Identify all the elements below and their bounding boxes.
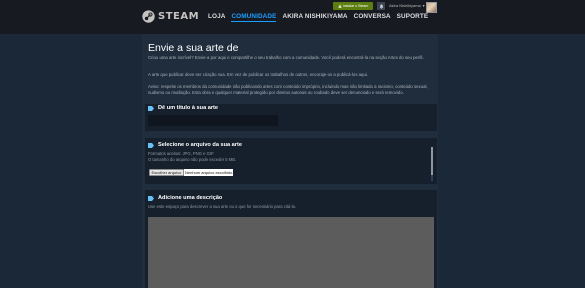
- title-section-header: Dê um título à sua arte: [148, 105, 218, 111]
- accepted-formats-text: Formatos aceitos: JPG, PNG e GIF.: [148, 151, 215, 156]
- nav-profile[interactable]: AKIRA NISHIKIYAMA: [282, 12, 347, 22]
- content-warning-text: Aviso: respeite os membros da comunidade…: [148, 84, 428, 96]
- title-section-heading: Dê um título à sua arte: [158, 105, 218, 111]
- section-marker-icon: [148, 105, 154, 111]
- steam-logo[interactable]: STEAM: [142, 9, 199, 23]
- main-nav: LOJA COMUNIDADE AKIRA NISHIKIYAMA CONVER…: [208, 12, 428, 22]
- account-menu[interactable]: Akira Nishikiyama ▼: [389, 3, 425, 9]
- file-status-text: Nenhum arquivo escolhido: [184, 169, 234, 176]
- file-size-limit-text: O tamanho do arquivo não pode exceder 5 …: [148, 157, 237, 162]
- section-marker-icon: [148, 195, 154, 201]
- install-steam-button[interactable]: Instalar o Steam: [333, 2, 373, 10]
- description-hint-text: Use este espaço para descrever a sua art…: [148, 204, 297, 209]
- nav-support[interactable]: SUPORTE: [397, 12, 429, 22]
- avatar[interactable]: [426, 2, 437, 13]
- description-section-header: Adicione uma descrição: [148, 195, 222, 201]
- file-section-heading: Selecione o arquivo da sua arte: [158, 142, 242, 148]
- download-icon: [338, 4, 342, 8]
- art-title-input[interactable]: [148, 115, 278, 126]
- nav-community[interactable]: COMUNIDADE: [231, 12, 277, 22]
- page-title: Envie a sua arte de: [148, 42, 239, 54]
- description-textarea[interactable]: [148, 217, 434, 288]
- install-steam-label: Instalar o Steam: [342, 4, 369, 8]
- file-section-header: Selecione o arquivo da sua arte: [148, 142, 242, 148]
- chevron-down-icon: ▼: [421, 4, 426, 8]
- steam-logo-text: STEAM: [158, 10, 200, 22]
- notifications-button[interactable]: [377, 2, 385, 10]
- choose-file-button[interactable]: Escolher arquivo: [149, 169, 184, 176]
- intro-text: Criou uma arte incrível? Envie-a por aqu…: [148, 55, 424, 60]
- steam-logo-icon: [142, 9, 155, 23]
- account-name: Akira Nishikiyama: [389, 3, 421, 8]
- nav-chat[interactable]: CONVERSA: [354, 12, 391, 22]
- bell-icon: [379, 4, 383, 9]
- section-marker-icon: [148, 142, 154, 148]
- ownership-text: A arte que publicar deve ser criação sua…: [148, 72, 368, 77]
- file-panel-scrollbar-thumb[interactable]: [431, 147, 433, 175]
- nav-store[interactable]: LOJA: [208, 12, 225, 22]
- description-section-heading: Adicione uma descrição: [158, 195, 223, 201]
